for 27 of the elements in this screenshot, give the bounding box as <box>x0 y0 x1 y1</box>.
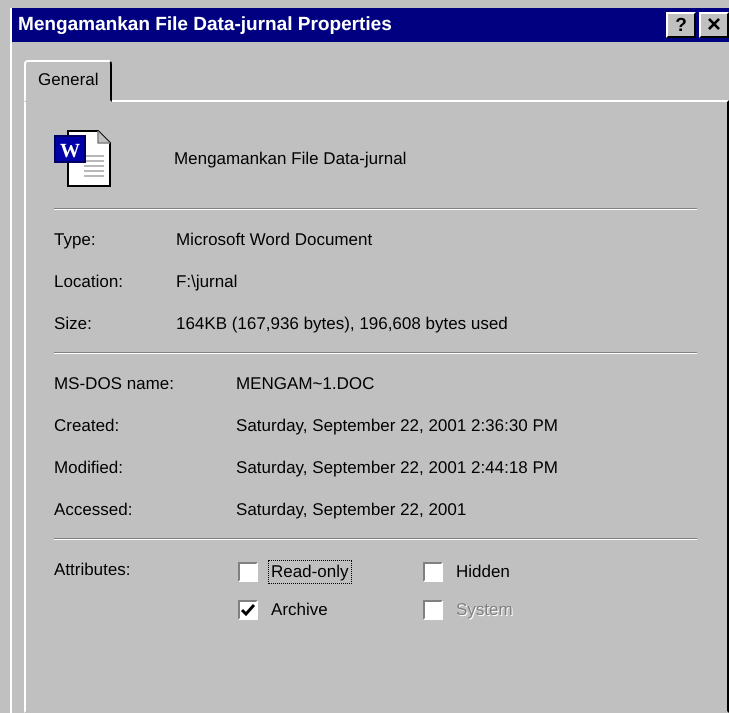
property-value: MENGAM~1.DOC <box>236 374 376 394</box>
checkbox[interactable] <box>423 562 443 582</box>
property-label: Created: <box>54 416 120 436</box>
attributes-label: Attributes: <box>54 560 132 581</box>
property-value: Saturday, September 22, 2001 2:36:30 PM <box>236 416 559 436</box>
property-label: Size: <box>54 314 93 334</box>
property-label: Type: <box>54 230 97 250</box>
property-label: Accessed: <box>54 500 134 520</box>
property-label: Modified: <box>54 458 124 478</box>
property-value: F:\jurnal <box>176 272 238 292</box>
checkbox-label: Archive <box>270 599 329 621</box>
property-value: Saturday, September 22, 2001 2:44:18 PM <box>236 458 559 478</box>
window-title: Mengamankan File Data-jurnal Properties <box>18 14 392 36</box>
property-value: Microsoft Word Document <box>176 230 374 250</box>
property-label: MS-DOS name: <box>54 374 175 394</box>
property-value: Saturday, September 22, 2001 <box>236 500 468 520</box>
checkbox-label: Read-only <box>268 560 352 584</box>
file-name: Mengamankan File Data-jurnal <box>174 149 406 169</box>
checkbox[interactable] <box>238 562 258 582</box>
checkbox-label: System <box>455 599 514 621</box>
close-button[interactable]: × <box>699 12 729 38</box>
property-label: Location: <box>54 272 124 292</box>
help-button[interactable]: ? <box>666 12 696 38</box>
property-value: 164KB (167,936 bytes), 196,608 bytes used <box>176 314 509 334</box>
checkbox-label: Hidden <box>455 561 511 583</box>
checkbox[interactable] <box>238 600 258 620</box>
tab[interactable]: General <box>24 60 112 102</box>
